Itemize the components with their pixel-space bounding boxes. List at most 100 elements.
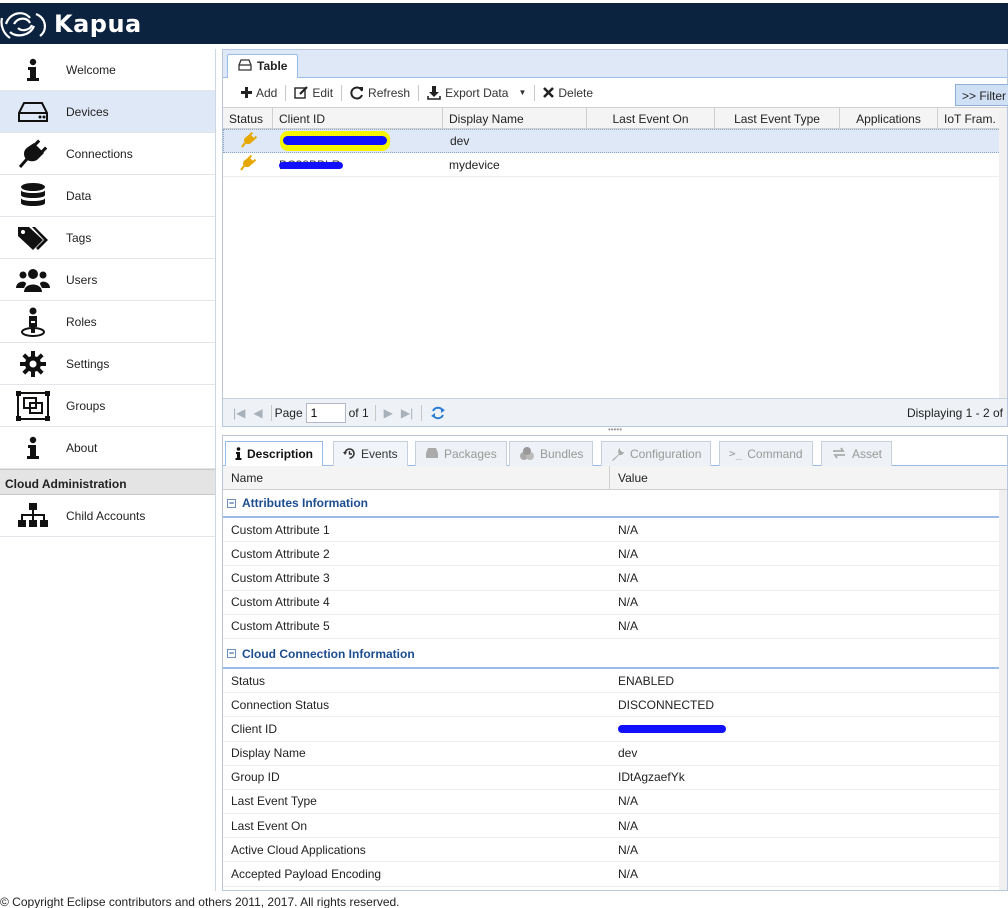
prev-page-icon[interactable]: ◀: [253, 406, 262, 420]
tab-packages[interactable]: Packages: [415, 441, 507, 466]
column-header-applications[interactable]: Applications: [840, 108, 938, 128]
main-content: Table Add Edit Refresh Export Data ▼ Del…: [222, 49, 1008, 891]
sidebar-item-label: Users: [66, 272, 98, 287]
sidebar-item-devices[interactable]: Devices: [0, 91, 215, 133]
info-icon: [0, 436, 66, 460]
filter-button[interactable]: >> Filter: [955, 84, 1008, 106]
panel-splitter[interactable]: •••••: [222, 426, 1008, 435]
last-page-icon[interactable]: ▶|: [401, 406, 413, 420]
first-page-icon[interactable]: |◀: [233, 406, 245, 420]
next-page-icon[interactable]: ▶: [384, 406, 393, 420]
sidebar-item-label: Settings: [66, 356, 110, 371]
detail-row[interactable]: Last Event Type N/A: [223, 790, 1007, 815]
tab-label: Bundles: [540, 447, 584, 461]
add-button[interactable]: Add: [233, 86, 285, 100]
export-data-button[interactable]: Export Data ▼: [419, 85, 534, 100]
detail-row[interactable]: Accepted Payload Encoding N/A: [223, 862, 1007, 887]
sidebar-item-label: Welcome: [66, 62, 116, 77]
detail-value: N/A: [618, 595, 639, 610]
column-header-last-event-type[interactable]: Last Event Type: [715, 108, 840, 128]
detail-row[interactable]: Client ID: [223, 717, 1007, 742]
sidebar: Welcome Devices Connections Data Tags Us…: [0, 49, 216, 891]
detail-row[interactable]: Custom Attribute 3 N/A: [223, 566, 1007, 591]
sidebar-item-label: Tags: [66, 230, 92, 245]
app-name: Kapua: [54, 10, 142, 38]
collapse-icon[interactable]: −: [227, 498, 236, 508]
group-attributes-information[interactable]: − Attributes Information: [223, 490, 1007, 518]
tab-asset[interactable]: Asset: [821, 441, 893, 466]
sidebar-item-about[interactable]: About: [0, 427, 215, 469]
group-cloud-connection-information[interactable]: − Cloud Connection Information: [223, 641, 1007, 669]
sidebar-item-groups[interactable]: Groups: [0, 385, 215, 427]
column-header-iot-framework[interactable]: IoT Fram.: [938, 108, 1007, 128]
column-header-last-event-on[interactable]: Last Event On: [587, 108, 715, 128]
sidebar-item-tags[interactable]: Tags: [0, 217, 215, 259]
detail-name: Custom Attribute 1: [231, 522, 330, 537]
display-name-cell: mydevice: [449, 157, 500, 172]
detail-row[interactable]: Connection Status DISCONNECTED: [223, 693, 1007, 718]
sidebar-item-roles[interactable]: Roles: [0, 301, 215, 343]
detail-value: N/A: [618, 522, 639, 537]
column-header-status[interactable]: Status: [223, 108, 273, 128]
detail-row[interactable]: Custom Attribute 4 N/A: [223, 591, 1007, 615]
tab-table[interactable]: Table: [227, 54, 299, 78]
tab-command[interactable]: >_ Command: [719, 441, 813, 466]
tab-bundles[interactable]: Bundles: [509, 441, 594, 466]
sidebar-item-welcome[interactable]: Welcome: [0, 49, 215, 91]
device-details-panel: Description Events Packages Bundles Conf…: [222, 435, 1008, 891]
tab-configuration[interactable]: Configuration: [601, 441, 712, 466]
column-header-client-id[interactable]: Client ID: [273, 108, 443, 128]
detail-row[interactable]: Display Name dev: [223, 742, 1007, 766]
sidebar-item-users[interactable]: Users: [0, 259, 215, 301]
redacted-client-id: [618, 724, 726, 733]
detail-tabstrip: Description Events Packages Bundles Conf…: [223, 436, 1007, 466]
detail-row[interactable]: Custom Attribute 5 N/A: [223, 615, 1007, 639]
client-id-cell: [274, 131, 444, 151]
delete-button[interactable]: Delete: [535, 86, 601, 100]
detail-row[interactable]: Custom Attribute 2 N/A: [223, 542, 1007, 567]
refresh-button[interactable]: Refresh: [342, 86, 418, 100]
column-header-name[interactable]: Name: [223, 466, 610, 489]
grid-scrollbar[interactable]: [999, 110, 1007, 398]
sidebar-item-settings[interactable]: Settings: [0, 343, 215, 385]
collapse-icon[interactable]: −: [227, 649, 236, 659]
copyright-footer: © Copyright Eclipse contributors and oth…: [0, 896, 400, 908]
column-header-value[interactable]: Value: [610, 466, 999, 489]
detail-value: N/A: [618, 619, 639, 634]
plug-icon: [0, 138, 66, 169]
edit-button[interactable]: Edit: [286, 86, 341, 100]
tab-description[interactable]: Description: [225, 441, 324, 466]
tab-label: Table: [257, 59, 288, 73]
sidebar-item-label: Connections: [66, 146, 133, 161]
detail-row[interactable]: Custom Attribute 1 N/A: [223, 518, 1007, 543]
kapua-logo[interactable]: Kapua: [0, 8, 142, 40]
refresh-icon[interactable]: [430, 405, 446, 421]
column-header-display-name[interactable]: Display Name: [443, 108, 587, 128]
sidebar-item-connections[interactable]: Connections: [0, 133, 215, 175]
sidebar-item-child-accounts[interactable]: Child Accounts: [0, 495, 215, 537]
detail-row[interactable]: Active Cloud Applications N/A: [223, 838, 1007, 863]
tab-events[interactable]: Events: [333, 441, 408, 466]
detail-row[interactable]: Group ID IDtAgzaefYk: [223, 766, 1007, 790]
page-number-input[interactable]: [305, 402, 346, 423]
redacted-client-id: [283, 136, 387, 145]
displaying-count: Displaying 1 - 2 of: [906, 405, 1003, 420]
detail-name: Client ID: [231, 721, 278, 736]
section-cloud-administration: Cloud Administration: [0, 469, 215, 495]
refresh-icon: [350, 86, 364, 99]
redaction-mark: [279, 161, 343, 169]
refresh-label: Refresh: [368, 85, 411, 100]
app-header: Kapua: [0, 0, 1008, 44]
detail-value: IDtAgzaefYk: [618, 770, 685, 785]
plug-status-icon: [241, 131, 258, 148]
table-icon: [238, 59, 252, 71]
sidebar-item-data[interactable]: Data: [0, 175, 215, 217]
device-row[interactable]: BC38BBLR mydevice: [223, 153, 1007, 177]
detail-row[interactable]: Status ENABLED: [223, 669, 1007, 694]
details-scrollbar[interactable]: [999, 490, 1007, 890]
sidebar-item-label: About: [66, 440, 98, 455]
device-row[interactable]: dev: [223, 129, 1007, 153]
asset-icon: [833, 447, 845, 459]
detail-row[interactable]: Last Event On N/A: [223, 814, 1007, 839]
detail-name: Last Event Type: [231, 794, 317, 809]
